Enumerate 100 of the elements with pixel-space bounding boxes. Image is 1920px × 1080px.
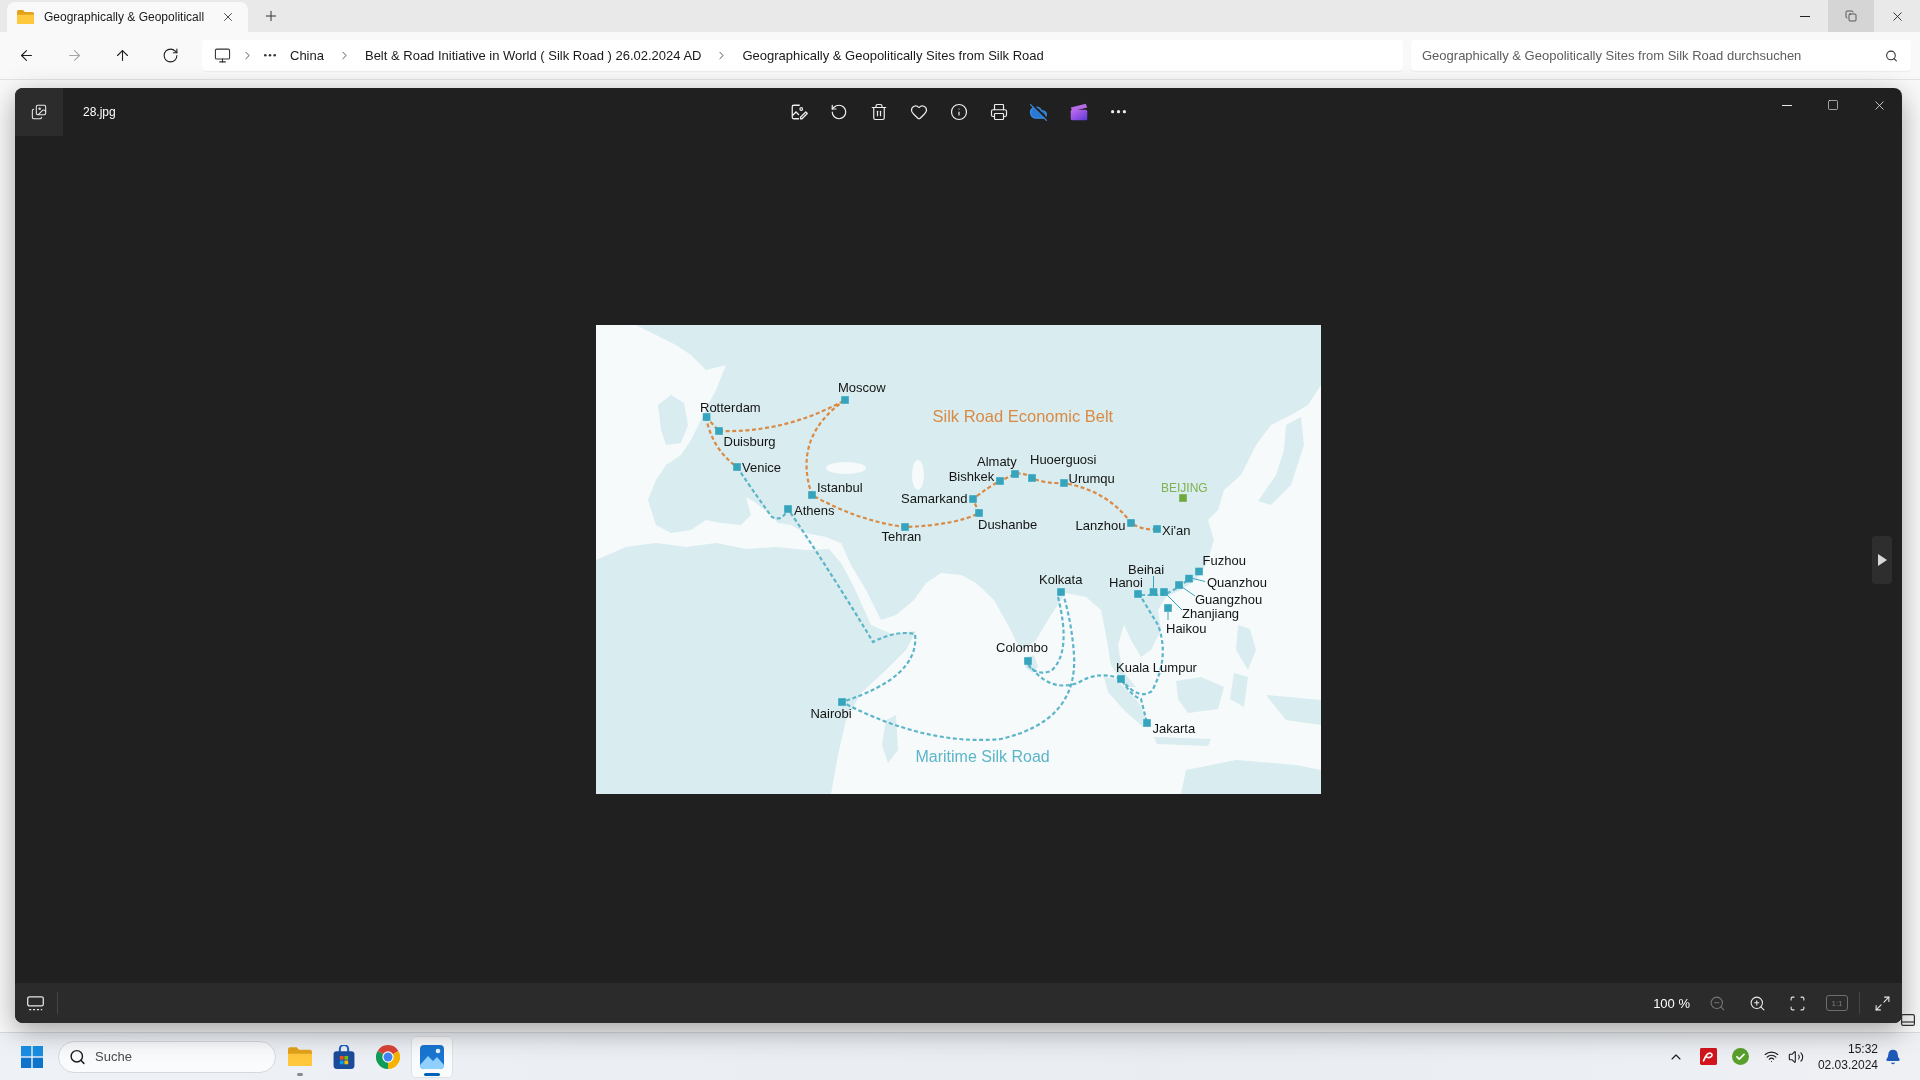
landmass xyxy=(1266,695,1321,725)
restore-icon xyxy=(1845,10,1857,22)
city-marker xyxy=(733,463,741,471)
next-icon xyxy=(1877,553,1887,566)
image-edit-icon xyxy=(789,103,808,121)
city-label: Kuala Lumpur xyxy=(1116,659,1197,675)
plus-icon xyxy=(263,8,279,24)
gallery-button[interactable] xyxy=(15,88,63,136)
city-label: Quanzhou xyxy=(1207,574,1267,590)
city-label: Duisburg xyxy=(723,433,776,449)
leader-line xyxy=(1192,578,1206,582)
more-icon[interactable] xyxy=(264,54,276,57)
city-marker xyxy=(838,698,846,706)
city-label: Xi'an xyxy=(1162,522,1191,538)
city-marker xyxy=(1024,657,1032,665)
city-label: Kolkata xyxy=(1039,572,1083,588)
zoom-level: 100 % xyxy=(1653,995,1690,1011)
inland-sea xyxy=(826,462,866,474)
tab[interactable]: Geographically & Geopoliticall xyxy=(7,2,248,32)
leader-line xyxy=(1153,575,1154,589)
city-marker xyxy=(784,505,792,513)
start-icon xyxy=(21,1045,43,1068)
city-marker xyxy=(1060,479,1068,487)
printer-icon xyxy=(989,103,1008,121)
search-icon xyxy=(69,1048,86,1065)
city-marker xyxy=(715,427,723,435)
city-label: BEIJING xyxy=(1161,480,1208,495)
folder-icon xyxy=(288,1046,312,1067)
city-label: Moscow xyxy=(838,379,886,395)
city-label: Beihai xyxy=(1128,561,1165,577)
filmstrip-icon xyxy=(26,995,44,1011)
taskbar-search-field[interactable]: Suche xyxy=(58,1040,276,1073)
city-label: Istanbul xyxy=(817,479,863,495)
city-label: Zhanjiang xyxy=(1182,606,1240,622)
city-marker xyxy=(1179,494,1187,502)
next-button[interactable] xyxy=(1872,535,1892,584)
city-marker xyxy=(1117,675,1125,683)
city-label: Tehran xyxy=(881,528,922,544)
city-label: Fuzhou xyxy=(1202,553,1246,569)
address-bar[interactable]: China Belt & Road Initiative in World ( Silk Road ) 26.02.2024 AD Geographically & Geopolitically Sites from Silk Road xyxy=(202,40,1403,71)
inland-sea xyxy=(912,460,924,490)
city-marker xyxy=(1164,604,1172,612)
trash-icon xyxy=(869,103,888,121)
city-label: Samarkand xyxy=(901,490,968,506)
breadcrumb-link[interactable]: Belt & Road Initiative in World ( Silk Road ) 26.02.2024 AD xyxy=(360,43,706,68)
landmass xyxy=(1154,737,1211,746)
city-marker xyxy=(1153,525,1161,533)
city-marker xyxy=(808,491,816,499)
city-marker xyxy=(996,477,1004,485)
city-marker xyxy=(1127,519,1135,527)
city-label: Guangzhou xyxy=(1195,591,1263,607)
more-icon xyxy=(1111,110,1126,114)
city-label: Haikou xyxy=(1166,620,1207,636)
city-marker xyxy=(702,413,711,421)
check-badge-icon xyxy=(1731,1048,1749,1065)
city-marker xyxy=(1143,719,1151,727)
route-title: Silk Road Economic Belt xyxy=(932,406,1114,425)
city-label: Huoerguosi xyxy=(1030,451,1097,467)
city-marker xyxy=(901,523,909,531)
clock[interactable]: 15:32 02.03.2024 xyxy=(1816,1040,1878,1073)
search-field[interactable]: Geographically & Geopolitically Sites from Silk Road durchsuchen xyxy=(1411,40,1911,71)
photos-app-button[interactable] xyxy=(412,1036,452,1077)
rotate-icon xyxy=(829,103,848,121)
folder-icon xyxy=(17,9,34,25)
cloud-off-icon xyxy=(1029,102,1048,122)
city-marker xyxy=(1028,474,1036,482)
breadcrumb-link[interactable]: China xyxy=(286,43,328,68)
city-label: Bishkek xyxy=(948,468,995,484)
file-name: 28.jpg xyxy=(83,105,116,119)
city-label: Jakarta xyxy=(1152,720,1196,736)
minimize-icon xyxy=(1800,15,1810,17)
circle-logo-icon xyxy=(376,1044,400,1069)
city-label: Urumqu xyxy=(1068,470,1115,486)
city-label: Nairobi xyxy=(810,706,852,722)
shopping-bag-icon xyxy=(332,1044,356,1069)
clapperboard-icon xyxy=(1069,103,1088,121)
city-marker xyxy=(1175,581,1183,589)
breadcrumb-link[interactable]: Geographically & Geopolitically Sites from Silk Road xyxy=(738,43,1048,68)
city-marker xyxy=(1057,588,1065,596)
city-marker xyxy=(1160,588,1168,596)
route-title: Maritime Silk Road xyxy=(915,747,1050,765)
city-marker xyxy=(1195,567,1203,576)
wifi-icon xyxy=(1764,1049,1780,1064)
search-icon xyxy=(1885,49,1898,62)
city-label: Rotterdam xyxy=(700,399,761,415)
monitor-icon xyxy=(214,47,231,64)
bell-icon xyxy=(1885,1048,1901,1065)
city-marker xyxy=(975,509,983,517)
city-marker xyxy=(969,495,977,503)
city-label: Almaty xyxy=(977,453,1017,469)
city-marker xyxy=(1134,590,1142,598)
volume-icon xyxy=(1787,1048,1804,1065)
photo-tile-icon xyxy=(420,1044,444,1069)
swoosh-tile-icon xyxy=(1699,1048,1717,1065)
city-label: Hanoi xyxy=(1109,574,1143,590)
city-label: Lanzhou xyxy=(1075,517,1126,533)
city-marker xyxy=(1011,470,1019,478)
city-label: Athens xyxy=(794,502,835,518)
maximize-icon xyxy=(1827,99,1839,111)
heart-icon xyxy=(909,103,928,121)
